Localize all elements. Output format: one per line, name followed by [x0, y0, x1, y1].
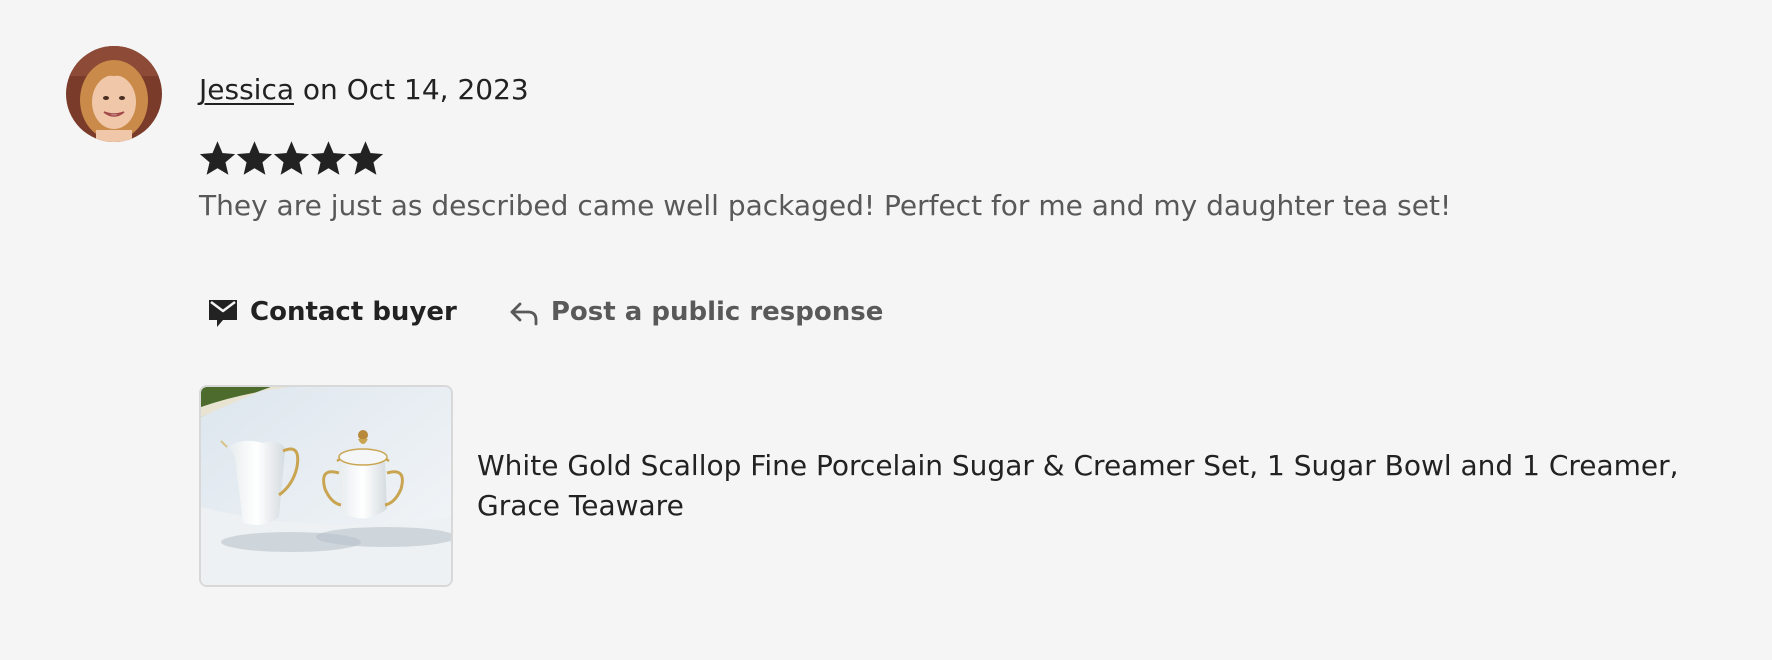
contact-buyer-label: Contact buyer: [250, 297, 457, 327]
post-public-response-button[interactable]: Post a public response: [507, 292, 884, 332]
star-icon: [273, 141, 310, 175]
review-date: Oct 14, 2023: [346, 73, 529, 106]
review-text: They are just as described came well pac…: [199, 189, 1452, 222]
contact-buyer-button[interactable]: Contact buyer: [206, 292, 457, 332]
post-public-response-label: Post a public response: [550, 297, 884, 327]
star-icon: [310, 141, 347, 175]
date-prefix: on: [302, 73, 338, 106]
review-meta: Jessica on Oct 14, 2023: [199, 70, 529, 110]
reviewed-product: White Gold Scallop Fine Porcelain Sugar …: [199, 385, 1737, 587]
star-icon: [347, 141, 384, 175]
star-icon: [236, 141, 273, 175]
product-title-link[interactable]: White Gold Scallop Fine Porcelain Sugar …: [477, 446, 1737, 526]
reviewer-name-link[interactable]: Jessica: [199, 73, 294, 106]
star-icon: [199, 141, 236, 175]
reply-arrow-icon: [507, 295, 541, 329]
reviewer-avatar[interactable]: [66, 46, 162, 142]
star-rating: [199, 140, 384, 178]
product-thumbnail[interactable]: [199, 385, 453, 587]
envelope-chat-icon: [206, 295, 240, 329]
review-card: Jessica on Oct 14, 2023 They are just as…: [0, 0, 1772, 660]
review-actions: Contact buyer Post a public response: [206, 292, 883, 332]
